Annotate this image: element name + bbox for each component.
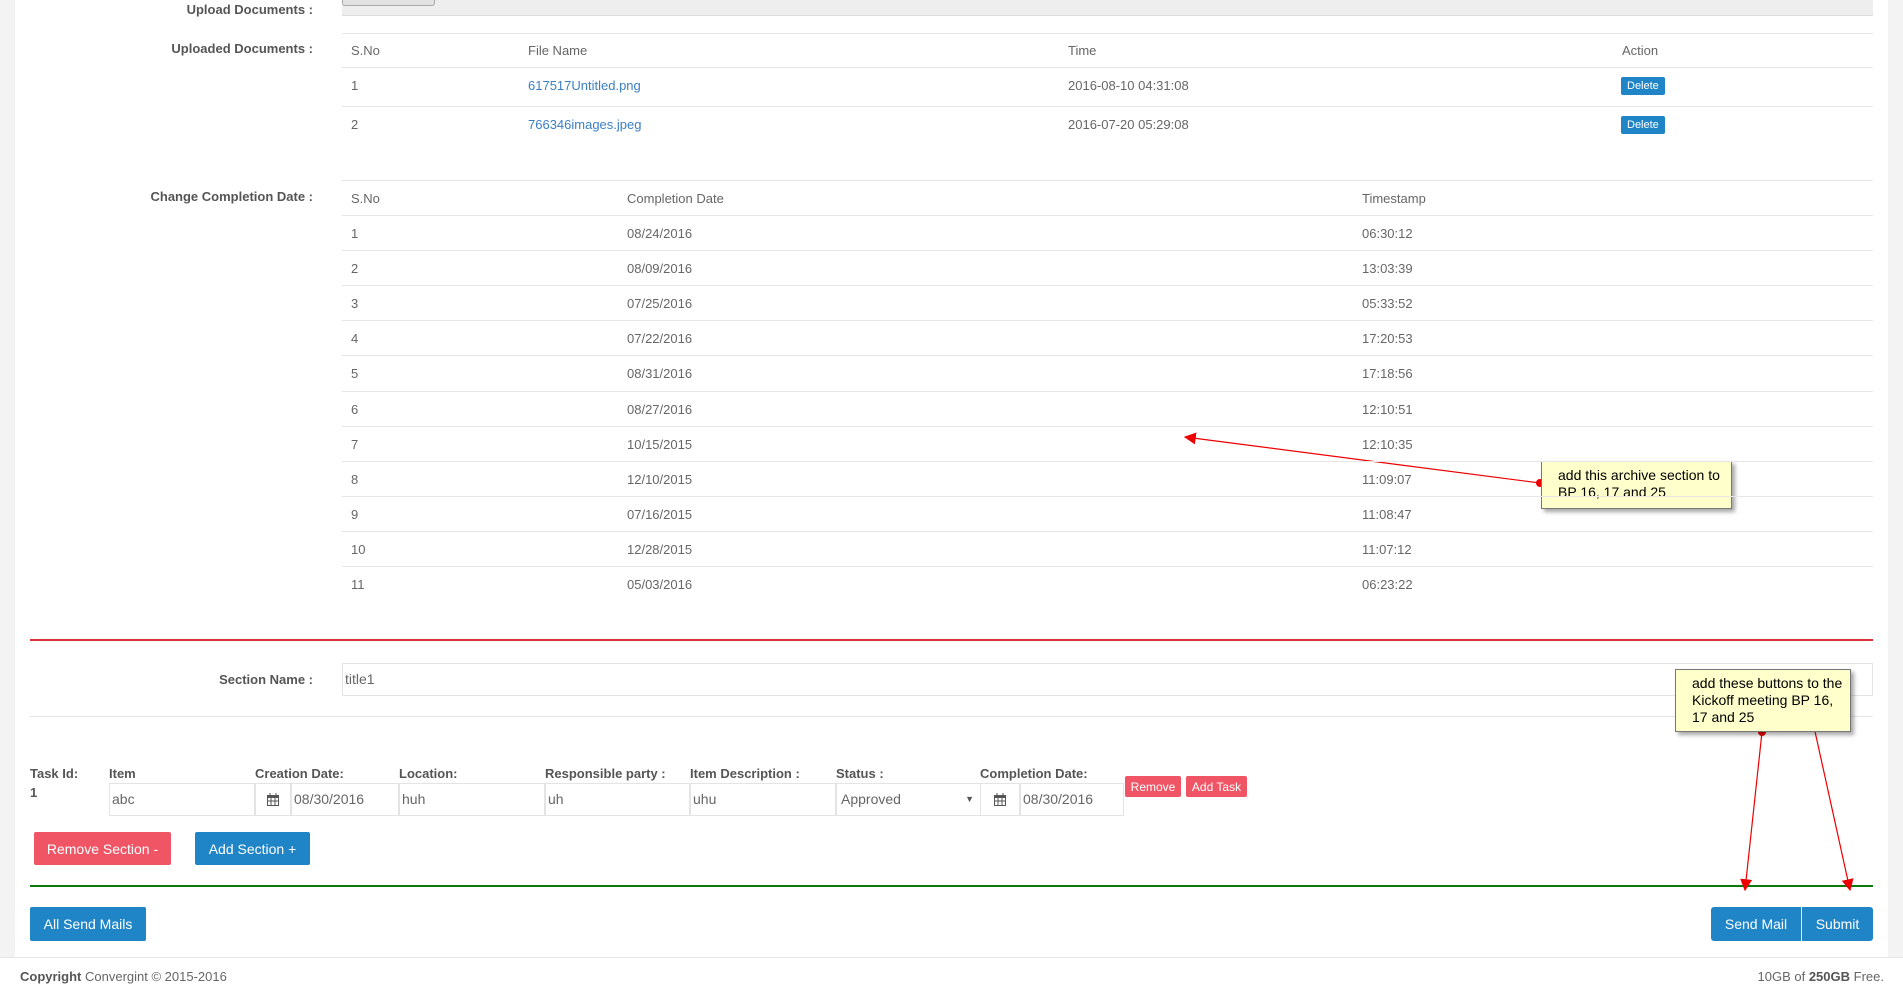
table-divider (342, 425, 1873, 427)
column-header: S.No (351, 191, 380, 206)
sno-cell: 8 (351, 471, 359, 487)
arrow (1740, 731, 1763, 892)
sno-cell: 5 (351, 366, 359, 382)
table-divider (342, 355, 1873, 357)
timestamp-cell: 17:20:53 (1362, 331, 1413, 347)
delete-button[interactable]: Delete (1621, 116, 1665, 134)
column-header: Timestamp (1362, 191, 1426, 206)
timestamp-cell: 13:03:39 (1362, 261, 1413, 277)
timestamp-cell: 06:30:12 (1362, 226, 1413, 241)
table-divider (342, 460, 1873, 462)
time-cell: 2016-07-20 05:29:08 (1068, 117, 1189, 132)
completion-date-cell: 07/16/2015 (627, 506, 693, 522)
table-divider (342, 320, 1873, 322)
timestamp-cell: 06:23:22 (1362, 577, 1413, 592)
sno-cell: 6 (351, 401, 359, 417)
column-header: File Name (528, 43, 588, 58)
completion-date-cell: 07/22/2016 (627, 331, 693, 347)
sno-cell: 7 (351, 436, 359, 452)
completion-date-cell: 08/27/2016 (627, 401, 693, 417)
table-divider (342, 106, 1873, 107)
sno-cell: 1 (351, 226, 359, 241)
column-header: Completion Date (627, 191, 724, 206)
timestamp-cell: 11:08:47 (1362, 506, 1412, 522)
completion-date-cell: 08/24/2016 (627, 226, 693, 241)
timestamp-cell: 05:33:52 (1362, 296, 1413, 312)
column-header: S.No (351, 43, 380, 58)
annotation-note: add this archive section to BP 16, 17 an… (1541, 461, 1732, 509)
timestamp-cell: 11:09:07 (1362, 471, 1412, 487)
sno-cell: 11 (351, 577, 365, 592)
completion-date-cell: 08/31/2016 (627, 366, 693, 382)
arrow (1813, 726, 1854, 892)
completion-date-cell: 12/10/2015 (627, 471, 693, 487)
table-divider (342, 566, 1873, 567)
timestamp-cell: 17:18:56 (1362, 366, 1413, 382)
timestamp-cell: 12:10:35 (1362, 436, 1413, 452)
table-divider (342, 530, 1873, 532)
file-link[interactable]: 766346images.jpeg (528, 117, 641, 132)
file-link[interactable]: 617517Untitled.png (528, 78, 641, 93)
table-divider (342, 250, 1873, 252)
sno-cell: 2 (351, 117, 359, 132)
completion-date-cell: 10/15/2015 (627, 436, 693, 452)
table-divider (342, 67, 1873, 68)
table-divider (342, 180, 1873, 181)
completion-date-cell: 08/09/2016 (627, 261, 693, 277)
table-divider (342, 33, 1873, 34)
time-cell: 2016-08-10 04:31:08 (1068, 78, 1189, 93)
completion-date-cell: 12/28/2015 (627, 541, 693, 557)
delete-button[interactable]: Delete (1621, 77, 1665, 95)
sno-cell: 1 (351, 78, 359, 93)
completion-date-cell: 07/25/2016 (627, 296, 693, 312)
sno-cell: 4 (351, 331, 359, 347)
table-divider (342, 285, 1873, 287)
column-header: Action (1622, 43, 1659, 58)
timestamp-cell: 12:10:51 (1362, 401, 1413, 417)
timestamp-cell: 11:07:12 (1362, 541, 1412, 557)
completion-date-cell: 05/03/2016 (627, 577, 693, 592)
column-header: Time (1068, 43, 1097, 58)
table-divider (342, 495, 1873, 497)
sno-cell: 2 (351, 261, 359, 277)
table-divider (342, 390, 1873, 392)
sno-cell: 10 (351, 541, 366, 557)
sno-cell: 3 (351, 296, 359, 312)
table-divider (342, 215, 1873, 216)
sno-cell: 9 (351, 506, 359, 522)
annotation-note: add these buttons to the Kickoff meeting… (1675, 669, 1851, 732)
